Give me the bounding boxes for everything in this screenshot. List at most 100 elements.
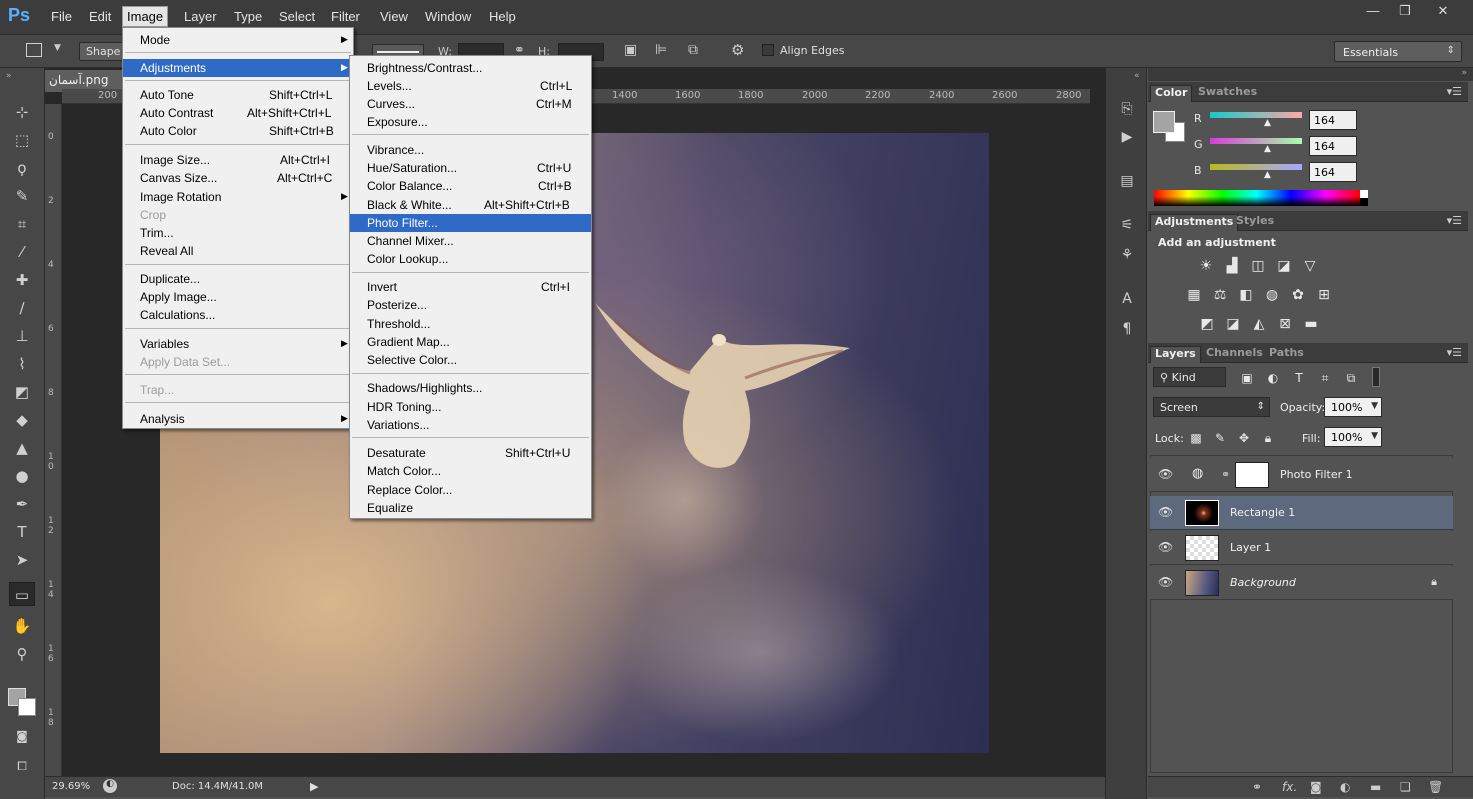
- layer-thumbnail[interactable]: [1185, 570, 1219, 596]
- menu-item-reveal-all[interactable]: Reveal All: [123, 242, 353, 260]
- workspace-dropdown[interactable]: Essentials ⇕: [1334, 41, 1462, 62]
- black-white-icon[interactable]: ◧: [1237, 286, 1255, 304]
- layer-thumbnail[interactable]: [1185, 500, 1219, 526]
- layer-row[interactable]: 👁︎ Background 🔒︎: [1150, 566, 1453, 600]
- selective-color-icon[interactable]: ⊠: [1276, 315, 1294, 333]
- tab-swatches[interactable]: Swatches: [1194, 85, 1261, 98]
- tab-styles[interactable]: Styles: [1232, 214, 1278, 227]
- menu-item-black-white[interactable]: Black & White... Alt+Shift+Ctrl+B: [350, 196, 591, 214]
- link-layers-icon[interactable]: ⚭: [1252, 780, 1262, 794]
- shape-mode-dropdown[interactable]: Shape: [79, 42, 128, 61]
- lock-image-icon[interactable]: ✎: [1211, 429, 1229, 447]
- green-value-field[interactable]: 164: [1309, 136, 1357, 156]
- info-panel-icon[interactable]: ▤: [1116, 170, 1138, 192]
- green-slider-thumb-icon[interactable]: ▲: [1264, 144, 1271, 154]
- expand-panels-icon[interactable]: «: [1134, 71, 1140, 81]
- menu-item-selective-color[interactable]: Selective Color...: [350, 351, 591, 369]
- blend-mode-dropdown[interactable]: Screen ⇕: [1153, 397, 1270, 417]
- history-brush-tool-icon[interactable]: ⌇: [9, 352, 35, 376]
- filter-toggle-switch[interactable]: [1372, 367, 1380, 387]
- menu-item-image-rotation[interactable]: Image Rotation ▶: [123, 188, 353, 206]
- menu-item-exposure[interactable]: Exposure...: [350, 113, 591, 131]
- color-balance-icon[interactable]: ⚖: [1211, 286, 1229, 304]
- zoom-level[interactable]: 29.69%: [52, 781, 90, 792]
- menu-item-channel-mixer[interactable]: Channel Mixer...: [350, 232, 591, 250]
- brush-tool-icon[interactable]: ∕: [9, 296, 35, 320]
- filter-smart-object-icon[interactable]: ⧉: [1342, 369, 1360, 387]
- menu-item-hdr-toning[interactable]: HDR Toning...: [350, 398, 591, 416]
- lasso-tool-icon[interactable]: ϙ: [9, 156, 35, 180]
- close-button[interactable]: ✕: [1428, 3, 1458, 21]
- lock-all-icon[interactable]: 🔒︎: [1259, 429, 1277, 447]
- new-group-icon[interactable]: ▬: [1370, 780, 1381, 794]
- character-panel-icon[interactable]: A: [1116, 288, 1138, 310]
- pen-tool-icon[interactable]: ✒: [9, 492, 35, 516]
- filter-type-icon[interactable]: T: [1290, 369, 1308, 387]
- photo-filter-icon[interactable]: ◍: [1263, 286, 1281, 304]
- red-slider[interactable]: [1210, 112, 1302, 118]
- properties-panel-icon[interactable]: ⚟: [1116, 214, 1138, 236]
- quick-mask-icon[interactable]: ◙: [9, 724, 35, 748]
- rectangle-shape-tool-icon[interactable]: ▭: [9, 582, 35, 606]
- menu-item-adjustments[interactable]: Adjustments ▶: [123, 59, 353, 77]
- menu-help[interactable]: Help: [485, 8, 520, 25]
- brightness-contrast-icon[interactable]: ☀: [1197, 257, 1215, 275]
- posterize-icon[interactable]: ◪: [1224, 315, 1242, 333]
- menu-item-mode[interactable]: Mode ▶: [123, 31, 353, 49]
- panel-menu-icon[interactable]: ▾☰: [1447, 346, 1462, 359]
- vibrance-icon[interactable]: ▽: [1301, 257, 1319, 275]
- menu-item-auto-tone[interactable]: Auto Tone Shift+Ctrl+L: [123, 86, 353, 104]
- menu-item-calculations[interactable]: Calculations...: [123, 306, 353, 324]
- menu-item-shadows-highlights[interactable]: Shadows/Highlights...: [350, 379, 591, 397]
- crop-tool-icon[interactable]: ⌗: [9, 212, 35, 236]
- tab-layers[interactable]: Layers: [1150, 346, 1201, 363]
- menu-item-image-size[interactable]: Image Size... Alt+Ctrl+I: [123, 151, 353, 169]
- panel-menu-icon[interactable]: ▾☰: [1447, 85, 1462, 98]
- zoom-tool-icon[interactable]: ⚲: [9, 642, 35, 666]
- brush-presets-icon[interactable]: ⚘: [1116, 244, 1138, 266]
- menu-item-curves[interactable]: Curves... Ctrl+M: [350, 95, 591, 113]
- history-panel-icon[interactable]: ⎘: [1116, 98, 1138, 120]
- paragraph-panel-icon[interactable]: ¶: [1116, 318, 1138, 340]
- menu-item-photo-filter[interactable]: Photo Filter...: [350, 214, 591, 232]
- restore-button[interactable]: ❐: [1390, 3, 1420, 21]
- layer-thumbnail[interactable]: [1185, 535, 1219, 561]
- new-adjustment-layer-icon[interactable]: ◐: [1340, 780, 1350, 794]
- type-tool-icon[interactable]: T: [9, 520, 35, 544]
- menu-item-desaturate[interactable]: Desaturate Shift+Ctrl+U: [350, 444, 591, 462]
- clone-stamp-tool-icon[interactable]: ⊥: [9, 324, 35, 348]
- add-mask-icon[interactable]: ◙: [1310, 780, 1322, 794]
- layer-row[interactable]: 👁︎ Rectangle 1: [1150, 496, 1453, 530]
- paint-bucket-tool-icon[interactable]: ◆: [9, 408, 35, 432]
- blue-slider-thumb-icon[interactable]: ▲: [1264, 170, 1271, 180]
- tab-channels[interactable]: Channels: [1202, 346, 1267, 359]
- blue-slider[interactable]: [1210, 164, 1302, 170]
- blue-value-field[interactable]: 164: [1309, 162, 1357, 182]
- menu-item-posterize[interactable]: Posterize...: [350, 296, 591, 314]
- menu-item-match-color[interactable]: Match Color...: [350, 462, 591, 480]
- marquee-tool-icon[interactable]: ⬚: [9, 128, 35, 152]
- filter-pixel-icon[interactable]: ▣: [1238, 369, 1256, 387]
- screen-mode-icon[interactable]: ⧠: [9, 754, 35, 778]
- new-layer-icon[interactable]: ❏: [1400, 780, 1411, 794]
- tab-paths[interactable]: Paths: [1265, 346, 1308, 359]
- move-tool-icon[interactable]: ⊹: [9, 100, 35, 124]
- menu-item-auto-contrast[interactable]: Auto Contrast Alt+Shift+Ctrl+L: [123, 104, 353, 122]
- menu-item-levels[interactable]: Levels... Ctrl+L: [350, 77, 591, 95]
- invert-icon[interactable]: ◩: [1198, 315, 1216, 333]
- layer-mask-thumbnail[interactable]: [1235, 462, 1269, 488]
- channel-mixer-icon[interactable]: ✿: [1289, 286, 1307, 304]
- status-info-icon[interactable]: ◐: [103, 779, 117, 793]
- fill-field[interactable]: 100% ▼: [1324, 427, 1382, 447]
- curves-icon[interactable]: ◫: [1249, 257, 1267, 275]
- eye-icon[interactable]: 👁︎: [1158, 575, 1173, 589]
- menu-item-auto-color[interactable]: Auto Color Shift+Ctrl+B: [123, 122, 353, 140]
- eye-icon[interactable]: 👁︎: [1158, 540, 1173, 554]
- healing-brush-tool-icon[interactable]: ✚: [9, 268, 35, 292]
- tool-preset-chevron-icon[interactable]: ▼: [54, 43, 61, 53]
- dodge-tool-icon[interactable]: ●: [9, 464, 35, 488]
- menu-item-variations[interactable]: Variations...: [350, 416, 591, 434]
- lock-position-icon[interactable]: ✥: [1235, 429, 1253, 447]
- menu-item-brightness-contrast[interactable]: Brightness/Contrast...: [350, 59, 591, 77]
- menu-file[interactable]: File: [47, 8, 76, 25]
